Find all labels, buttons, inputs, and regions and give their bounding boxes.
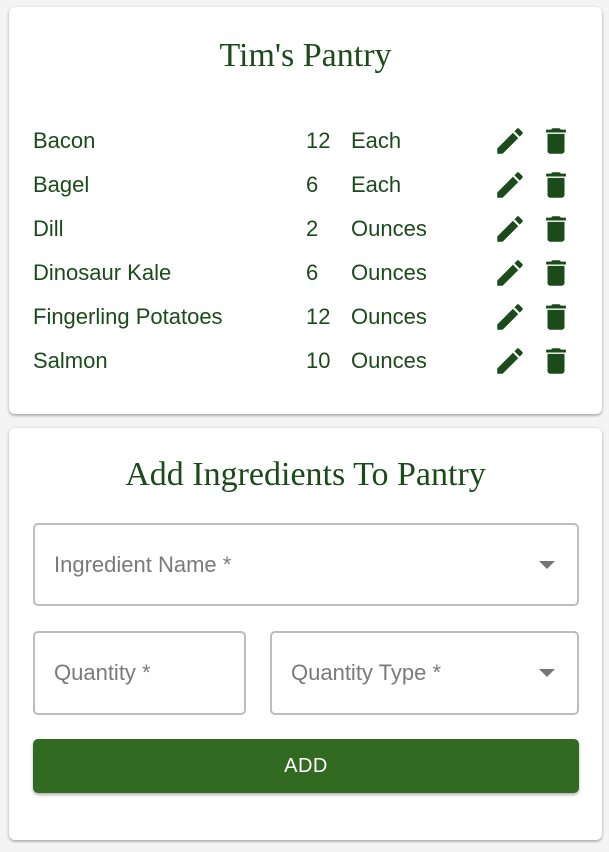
item-name: Bagel [33,172,90,197]
pantry-title: Tim's Pantry [219,37,392,74]
quantity-input[interactable]: Quantity * [33,631,246,715]
edit-item-button[interactable] [493,300,527,334]
pencil-icon [497,172,523,198]
pantry-item-row: Fingerling Potatoes 12 Ounces [33,296,578,340]
add-button[interactable]: ADD [33,739,579,793]
edit-item-button[interactable] [493,256,527,290]
ingredient-name-select[interactable]: Ingredient Name * [33,523,579,606]
pantry-item-row: Dinosaur Kale 6 Ounces [33,252,578,296]
item-quantity: 2 [306,216,319,241]
trash-icon [546,348,566,374]
trash-icon [546,216,566,242]
item-quantity: 6 [306,172,319,197]
item-unit: Each [351,172,402,197]
delete-item-button[interactable] [539,300,573,334]
pencil-icon [497,348,523,374]
quantity-label: Quantity * [54,660,151,685]
delete-item-button[interactable] [539,256,573,290]
item-unit: Ounces [351,260,427,285]
quantity-type-label: Quantity Type * [291,660,442,685]
pantry-card: Tim's Pantry Bacon 12 Each Bagel 6 Each … [9,7,602,414]
trash-icon [546,260,566,286]
chevron-down-icon [539,669,555,677]
delete-item-button[interactable] [539,212,573,246]
item-unit: Ounces [351,304,427,329]
add-ingredients-title: Add Ingredients To Pantry [125,456,486,493]
chevron-down-icon [539,561,555,569]
edit-item-button[interactable] [493,124,527,158]
delete-item-button[interactable] [539,344,573,378]
pantry-item-row: Salmon 10 Ounces [33,340,578,384]
delete-item-button[interactable] [539,168,573,202]
pantry-item-row: Dill 2 Ounces [33,208,578,252]
item-quantity: 6 [306,260,319,285]
item-quantity: 10 [306,348,331,373]
item-name: Dinosaur Kale [33,260,172,285]
pantry-item-row: Bacon 12 Each [33,120,578,164]
item-name: Bacon [33,128,96,153]
edit-item-button[interactable] [493,168,527,202]
item-unit: Ounces [351,216,427,241]
pantry-item-row: Bagel 6 Each [33,164,578,208]
item-unit: Each [351,128,402,153]
pencil-icon [497,304,523,330]
item-name: Dill [33,216,64,241]
item-unit: Ounces [351,348,427,373]
trash-icon [546,172,566,198]
edit-item-button[interactable] [493,344,527,378]
item-quantity: 12 [306,304,331,329]
trash-icon [546,128,566,154]
delete-item-button[interactable] [539,124,573,158]
edit-item-button[interactable] [493,212,527,246]
ingredient-name-label: Ingredient Name * [54,552,232,577]
quantity-type-select[interactable]: Quantity Type * [270,631,579,715]
trash-icon [546,304,566,330]
pencil-icon [497,128,523,154]
pencil-icon [497,216,523,242]
pencil-icon [497,260,523,286]
add-ingredients-card: Add Ingredients To Pantry Ingredient Nam… [9,428,602,840]
item-name: Salmon [33,348,108,373]
item-quantity: 12 [306,128,331,153]
item-name: Fingerling Potatoes [33,304,223,329]
